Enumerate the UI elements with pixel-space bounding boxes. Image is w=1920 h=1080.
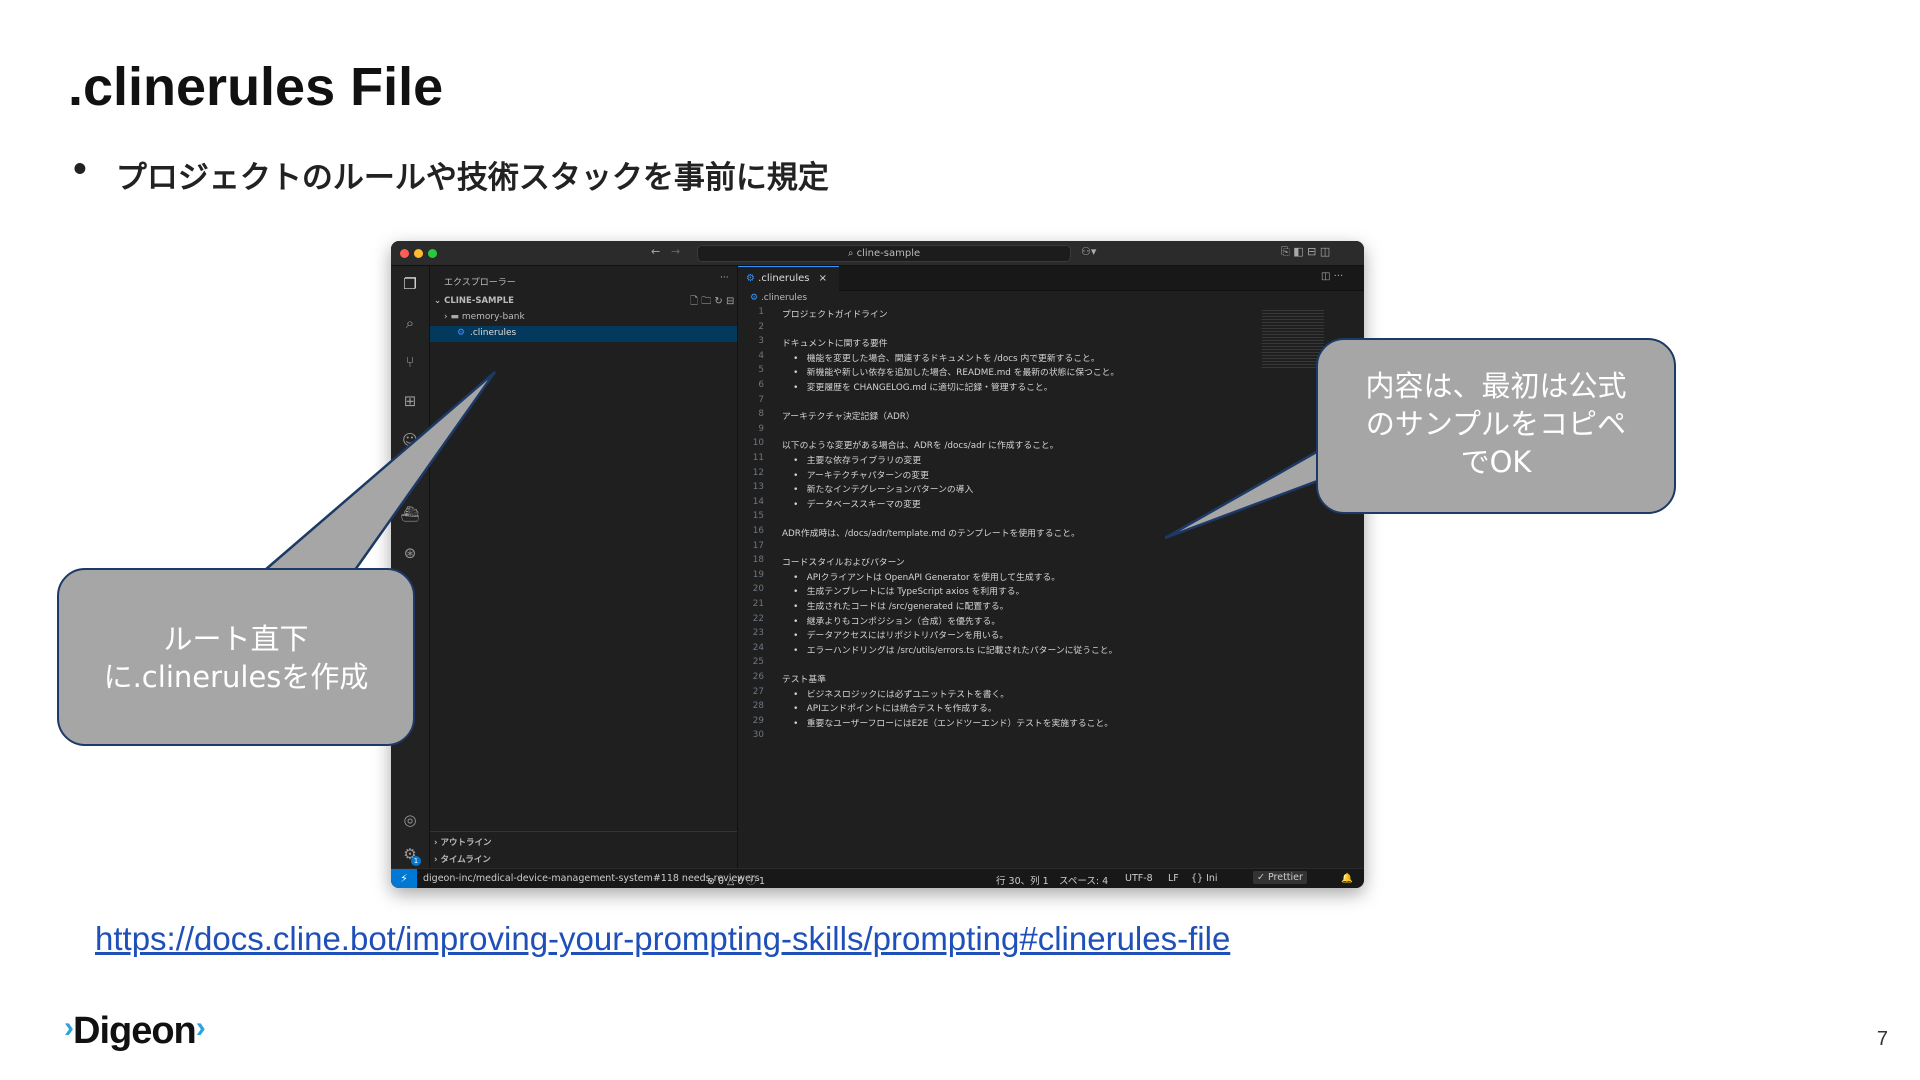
callout-left: ルート直下 に.clinerulesを作成 xyxy=(57,568,415,746)
callout-right: 内容は、最初は公式 のサンプルをコピペ でOK xyxy=(1316,338,1676,514)
callout-line: でOK xyxy=(1460,445,1532,479)
digeon-logo: ›Digeon› xyxy=(64,1010,206,1053)
logo-chevron-icon: › xyxy=(195,1011,206,1044)
callout-line: に.clinerulesを作成 xyxy=(103,660,369,694)
callout-pointers xyxy=(261,371,1322,572)
callout-line: 内容は、最初は公式 xyxy=(1365,369,1627,403)
callout-right-pointer xyxy=(1164,447,1322,540)
callout-left-pointer xyxy=(261,371,497,572)
logo-chevron-icon: › xyxy=(64,1011,74,1044)
docs-link[interactable]: https://docs.cline.bot/improving-your-pr… xyxy=(95,920,1230,958)
callout-line: のサンプルをコピペ xyxy=(1365,407,1627,441)
logo-text: Digeon xyxy=(73,1010,197,1052)
page-number: 7 xyxy=(1876,1028,1888,1050)
callout-line: ルート直下 xyxy=(163,622,309,656)
